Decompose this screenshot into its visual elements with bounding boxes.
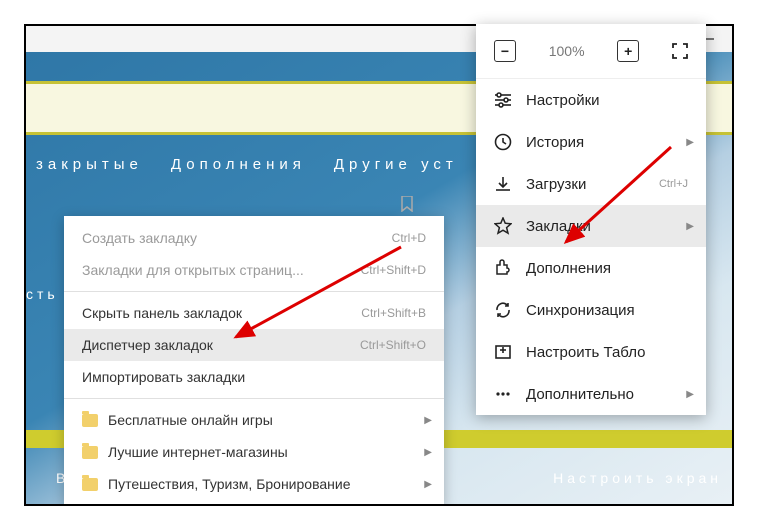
star-icon (494, 217, 512, 235)
label: Настроить Табло (526, 344, 645, 361)
label: Импортировать закладки (82, 369, 245, 385)
submenu-open-pages[interactable]: Закладки для открытых страниц... Ctrl+Sh… (64, 254, 444, 286)
label: Создать закладку (82, 230, 197, 246)
submenu-hide-bar[interactable]: Скрыть панель закладок Ctrl+Shift+B (64, 297, 444, 329)
menu-item-panel[interactable]: Настроить Табло (476, 331, 706, 373)
label: Дополнения (526, 260, 611, 277)
sliders-icon (494, 91, 512, 109)
dots-icon (494, 385, 512, 403)
menu-item-bookmarks[interactable]: Закладки ▶ (476, 205, 706, 247)
divider (64, 291, 444, 292)
submenu-create-bookmark[interactable]: Создать закладку Ctrl+D (64, 222, 444, 254)
folder-icon (82, 478, 98, 491)
submenu-bookmark-manager[interactable]: Диспетчер закладок Ctrl+Shift+O (64, 329, 444, 361)
bookmarks-submenu: Создать закладку Ctrl+D Закладки для отк… (64, 216, 444, 506)
label: Дополнительно (526, 386, 634, 403)
submenu-folder-shops[interactable]: Лучшие интернет-магазины ▶ (64, 436, 444, 468)
menu-item-addons[interactable]: Дополнения (476, 247, 706, 289)
zoom-out-button[interactable]: − (494, 40, 516, 62)
menu-item-more[interactable]: Дополнительно ▶ (476, 373, 706, 415)
tab-addons[interactable]: Дополнения (171, 156, 306, 173)
zoom-row: − 100% + (476, 24, 706, 79)
label: Скрыть панель закладок (82, 305, 242, 321)
panel-icon (494, 343, 512, 361)
label: Лучшие интернет-магазины (108, 444, 288, 460)
divider (64, 398, 444, 399)
sync-icon (494, 301, 512, 319)
shortcut: Ctrl+Shift+D (361, 263, 426, 277)
chevron-right-icon: ▶ (424, 447, 432, 458)
chevron-right-icon: ▶ (424, 415, 432, 426)
submenu-folder-games[interactable]: Бесплатные онлайн игры ▶ (64, 404, 444, 436)
label: История (526, 134, 584, 151)
menu-item-sync[interactable]: Синхронизация (476, 289, 706, 331)
label: Закладки (526, 218, 591, 235)
chevron-right-icon: ▶ (686, 137, 694, 148)
tab-closed[interactable]: закрытые (36, 156, 143, 173)
clipped-text: сть (26, 286, 59, 302)
fullscreen-icon[interactable] (672, 43, 688, 59)
label: Путешествия, Туризм, Бронирование (108, 476, 350, 492)
label: Закладки для открытых страниц... (82, 262, 304, 278)
menu-item-downloads[interactable]: Загрузки Ctrl+J (476, 163, 706, 205)
shortcut: Ctrl+J (659, 178, 688, 190)
shortcut: Ctrl+Shift+O (360, 338, 426, 352)
download-icon (494, 175, 512, 193)
shortcut: Ctrl+D (392, 231, 426, 245)
menu-item-settings[interactable]: Настройки (476, 79, 706, 121)
browser-main-menu: − 100% + Настройки История ▶ Загрузки Ct… (476, 24, 706, 415)
chevron-right-icon: ▶ (424, 479, 432, 490)
folder-icon (82, 446, 98, 459)
chevron-right-icon: ▶ (686, 221, 694, 232)
chevron-right-icon: ▶ (686, 389, 694, 400)
submenu-import[interactable]: Импортировать закладки (64, 361, 444, 393)
zoom-in-button[interactable]: + (617, 40, 639, 62)
label: Диспетчер закладок (82, 337, 213, 353)
tab-other-devices[interactable]: Другие уст (334, 156, 458, 173)
folder-icon (82, 414, 98, 427)
puzzle-icon (494, 259, 512, 277)
label: Загрузки (526, 176, 586, 193)
bookmark-ribbon-icon (400, 196, 414, 215)
bookmark-nav-tabs: закрытые Дополнения Другие уст (36, 156, 458, 173)
clock-icon (494, 133, 512, 151)
shortcut: Ctrl+Shift+B (361, 306, 426, 320)
customize-screen-link[interactable]: Настроить экран (553, 470, 722, 486)
label: Синхронизация (526, 302, 635, 319)
zoom-level: 100% (549, 43, 585, 59)
menu-item-history[interactable]: История ▶ (476, 121, 706, 163)
label: Бесплатные онлайн игры (108, 412, 273, 428)
label: Настройки (526, 92, 600, 109)
submenu-folder-travel[interactable]: Путешествия, Туризм, Бронирование ▶ (64, 468, 444, 500)
